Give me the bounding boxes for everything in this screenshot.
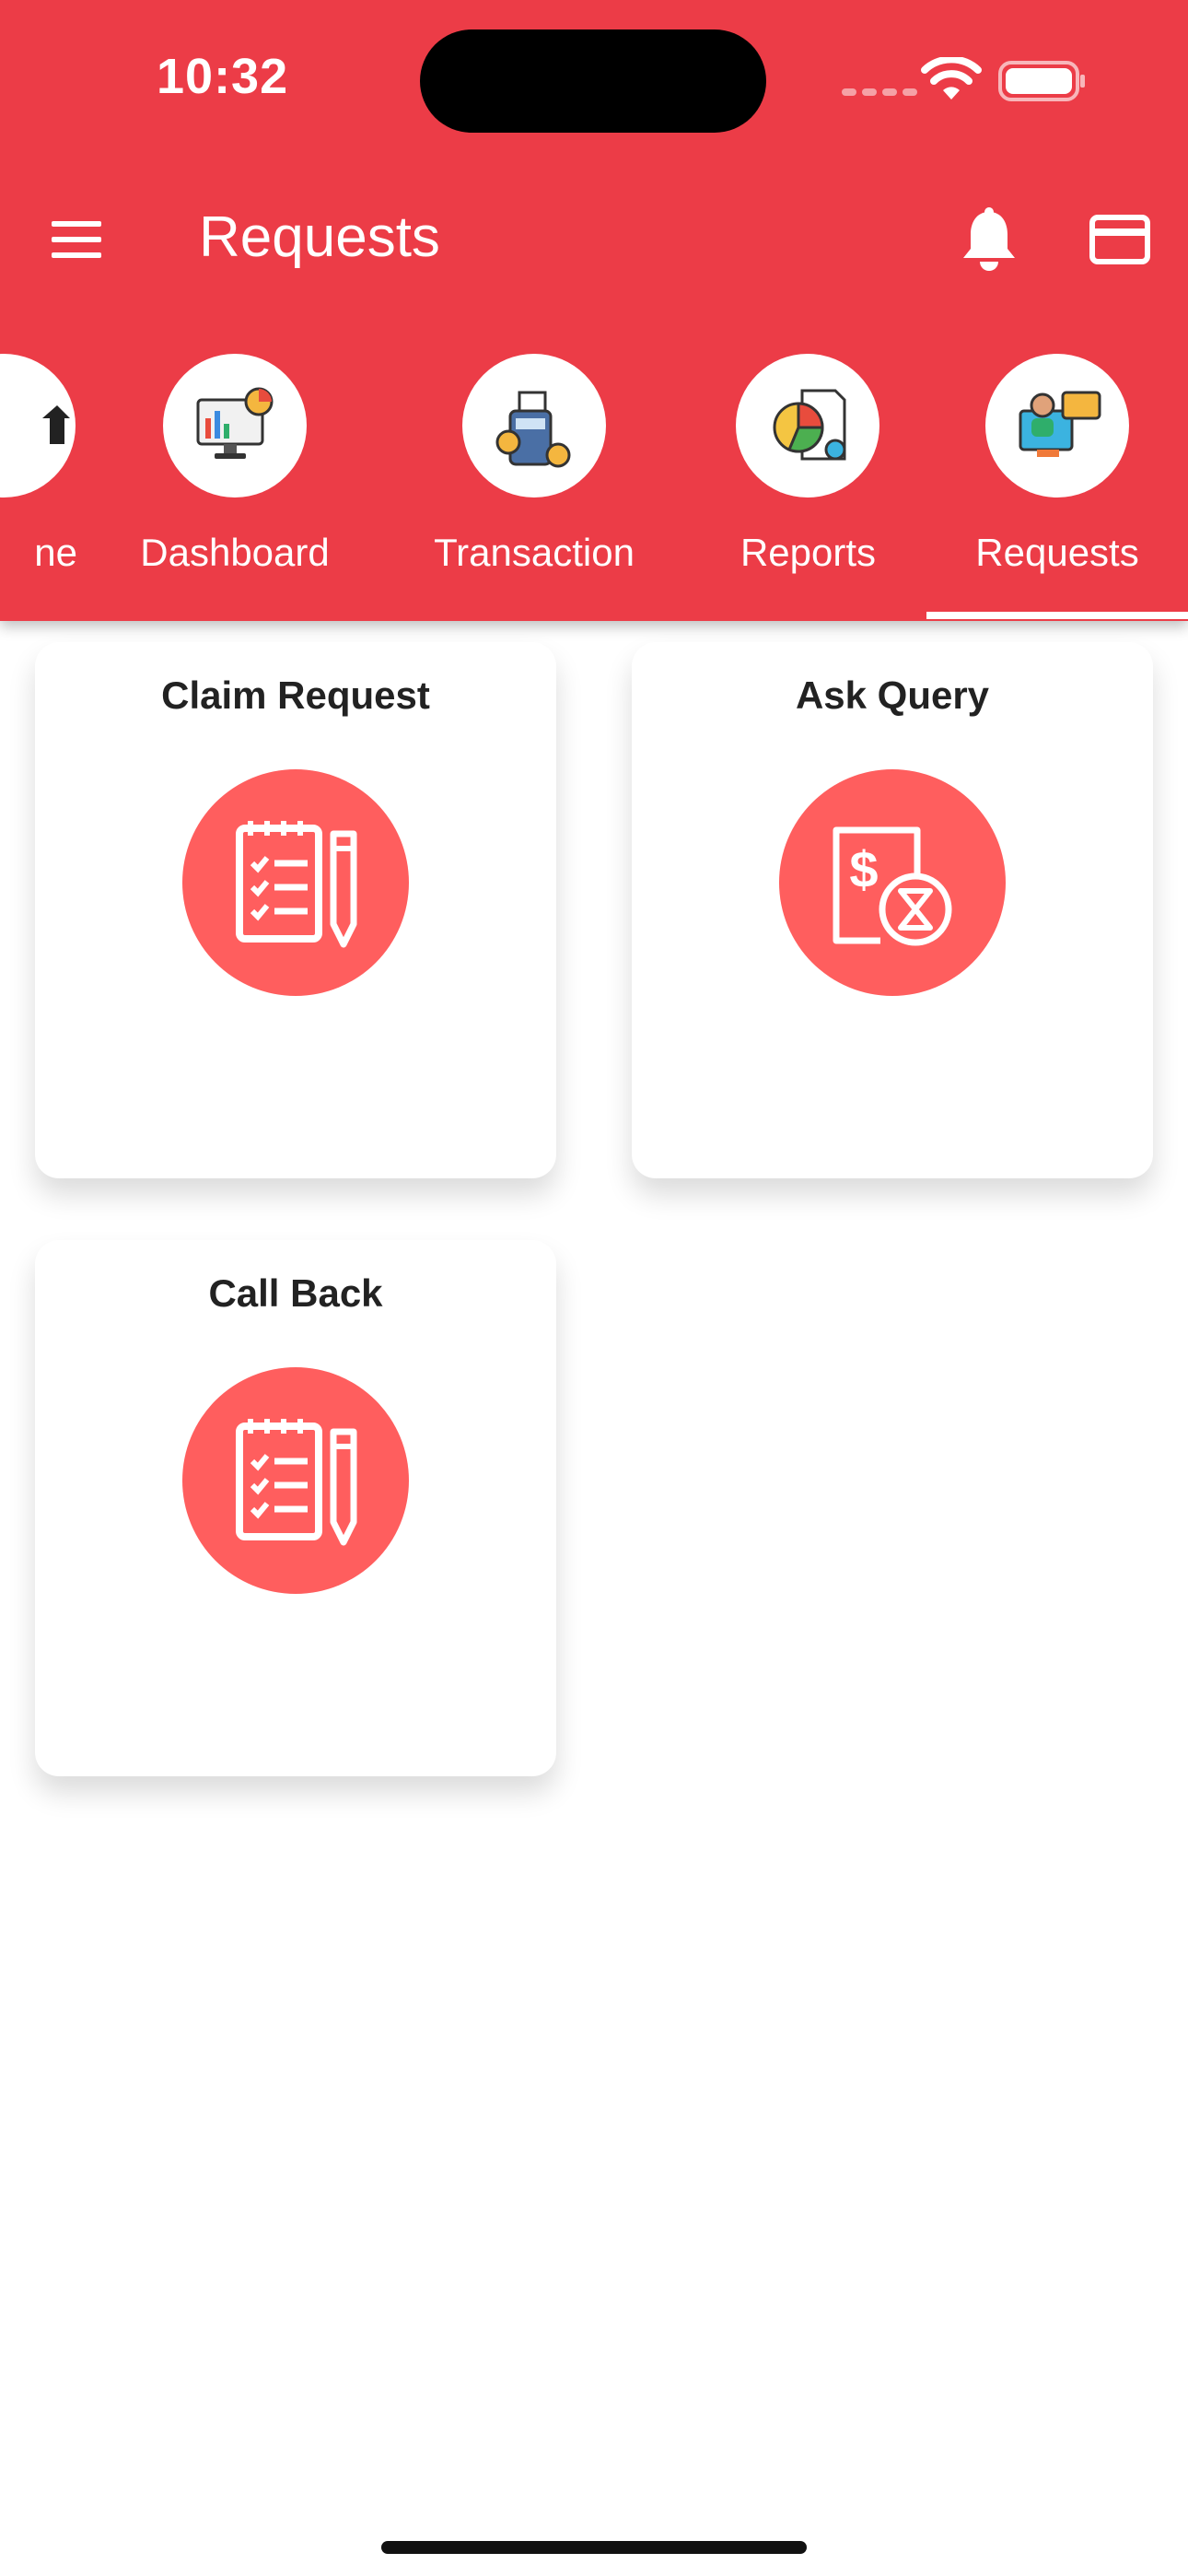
tab-reports[interactable]: Reports [718,354,898,621]
requests-icon [985,354,1129,498]
reports-icon [736,354,879,498]
credit-card-icon[interactable] [1089,214,1151,265]
card-claim-request[interactable]: Claim Request [35,642,556,1178]
svg-text:$: $ [849,840,878,898]
checklist-pencil-icon [182,769,409,996]
tab-label: Requests [975,531,1139,574]
tab-label: ne [34,531,77,574]
signal-icon [842,88,917,96]
tab-dashboard[interactable]: Dashboard [129,354,341,621]
card-title: Claim Request [161,673,430,717]
selected-tab-indicator [926,612,1188,619]
card-title: Ask Query [795,673,990,717]
dynamic-island [420,29,766,133]
page-title: Requests [199,205,440,269]
checklist-pencil-icon [182,1367,409,1594]
tab-transaction[interactable]: Transaction [419,354,649,621]
tab-home[interactable]: ne [0,354,87,621]
home-indicator[interactable] [381,2541,807,2554]
home-icon [0,354,76,498]
bell-icon[interactable] [958,206,1020,273]
card-call-back[interactable]: Call Back [35,1240,556,1776]
tab-label: Reports [740,531,877,574]
tab-label: Transaction [434,531,635,574]
menu-icon[interactable] [44,212,109,267]
status-time: 10:32 [157,49,289,104]
dollar-hourglass-icon: $ [779,769,1006,996]
battery-icon [998,61,1085,101]
tab-label: Dashboard [140,531,330,574]
tab-requests[interactable]: Requests [949,354,1166,621]
transaction-icon [462,354,606,498]
card-title: Call Back [208,1271,383,1315]
app-bar: 10:32 Requests ne Dashboard Transaction … [0,0,1188,621]
wifi-icon [921,57,982,100]
card-ask-query[interactable]: Ask Query $ [632,642,1153,1178]
dashboard-icon [163,354,307,498]
